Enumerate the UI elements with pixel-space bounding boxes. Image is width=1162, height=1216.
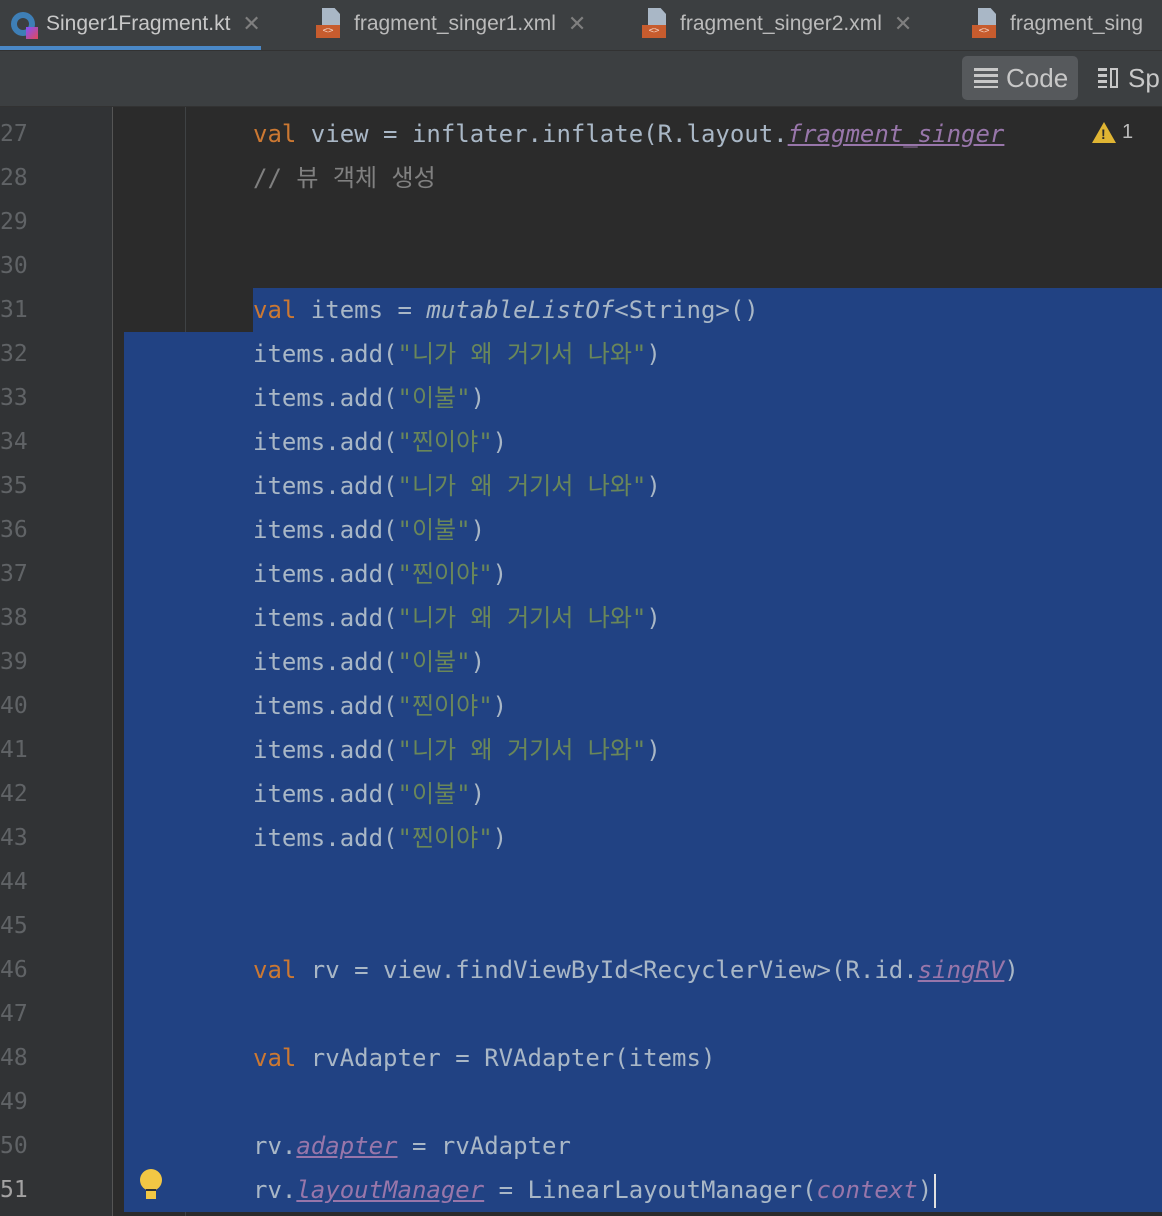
line-number: 32 (0, 341, 28, 367)
tab-label: fragment_sing (1010, 12, 1144, 35)
tab-label: fragment_singer2.xml (680, 12, 882, 35)
close-icon[interactable]: ✕ (568, 11, 586, 37)
line-number: 28 (0, 165, 28, 191)
split-mode-button[interactable]: Sp (1086, 56, 1160, 100)
code-line[interactable]: items.add("찐이야") (253, 420, 507, 464)
line-number: 46 (0, 957, 28, 983)
line-number: 36 (0, 517, 28, 543)
editor-mode-toolbar: Code Sp (0, 51, 1162, 107)
tab-fragment-singer2-xml[interactable]: <> fragment_singer2.xml ✕ (640, 0, 912, 48)
line-number: 29 (0, 209, 28, 235)
line-number: 34 (0, 429, 28, 455)
xml-file-icon: <> (314, 8, 344, 40)
code-line[interactable]: val rv = view.findViewById<RecyclerView>… (253, 948, 1019, 992)
code-line[interactable]: items.add("니가 왜 거기서 나와") (253, 728, 661, 772)
line-number: 37 (0, 561, 28, 587)
lightbulb-icon[interactable] (140, 1169, 162, 1199)
code-line[interactable]: val items = mutableListOf<String>() (253, 288, 759, 332)
line-number: 43 (0, 825, 28, 851)
close-icon[interactable]: ✕ (242, 11, 260, 37)
code-line[interactable]: rv.layoutManager = LinearLayoutManager(c… (253, 1168, 937, 1212)
code-line[interactable]: items.add("이불") (253, 640, 485, 684)
line-number: 33 (0, 385, 28, 411)
line-number: 40 (0, 693, 28, 719)
code-editor[interactable]: ! 1 27 28 29 30 31 32 33 34 35 36 37 38 … (0, 107, 1162, 1216)
close-icon[interactable]: ✕ (894, 11, 912, 37)
text-caret (934, 1174, 937, 1208)
line-number: 35 (0, 473, 28, 499)
tab-fragment-sing[interactable]: <> fragment_sing (970, 0, 1143, 48)
code-line[interactable]: // 뷰 객체 생성 (253, 156, 436, 200)
line-number: 38 (0, 605, 28, 631)
code-line[interactable]: val view = inflater.inflate(R.layout.fra… (253, 112, 1075, 156)
code-line[interactable]: items.add("이불") (253, 508, 485, 552)
line-number: 39 (0, 649, 28, 675)
xml-file-icon: <> (970, 8, 1000, 40)
kotlin-file-icon (10, 11, 38, 39)
warning-icon: ! (1092, 122, 1116, 143)
active-tab-indicator (0, 46, 261, 50)
tab-fragment-singer1-xml[interactable]: <> fragment_singer1.xml ✕ (314, 0, 586, 48)
editor-tab-bar: Singer1Fragment.kt ✕ <> fragment_singer1… (0, 0, 1162, 51)
line-number: 41 (0, 737, 28, 763)
line-number: 48 (0, 1045, 28, 1071)
tab-label: fragment_singer1.xml (354, 12, 556, 35)
code-line[interactable]: items.add("이불") (253, 772, 485, 816)
code-line[interactable]: items.add("이불") (253, 376, 485, 420)
line-number: 47 (0, 1001, 28, 1027)
code-line[interactable]: items.add("찐이야") (253, 816, 507, 860)
code-line[interactable]: items.add("니가 왜 거기서 나와") (253, 464, 661, 508)
code-line[interactable]: items.add("찐이야") (253, 684, 507, 728)
code-mode-button[interactable]: Code (962, 56, 1078, 100)
code-line[interactable]: rv.adapter = rvAdapter (253, 1124, 571, 1168)
code-line[interactable]: items.add("니가 왜 거기서 나와") (253, 332, 661, 376)
code-view-icon (974, 68, 998, 88)
code-line[interactable]: items.add("찐이야") (253, 552, 507, 596)
split-view-icon (1098, 68, 1120, 88)
tab-singer1fragment-kt[interactable]: Singer1Fragment.kt ✕ (0, 0, 261, 50)
line-number: 45 (0, 913, 28, 939)
line-number: 42 (0, 781, 28, 807)
split-mode-label: Sp (1128, 62, 1160, 93)
inspection-warning[interactable]: ! 1 (1092, 121, 1133, 144)
line-number: 27 (0, 121, 28, 147)
line-number: 50 (0, 1133, 28, 1159)
xml-file-icon: <> (640, 8, 670, 40)
line-number: 51 (0, 1177, 28, 1203)
tab-label: Singer1Fragment.kt (46, 12, 231, 35)
code-line[interactable]: val rvAdapter = RVAdapter(items) (253, 1036, 715, 1080)
line-number: 44 (0, 869, 28, 895)
warning-count: 1 (1122, 121, 1134, 143)
line-number: 30 (0, 253, 28, 279)
line-number: 49 (0, 1089, 28, 1115)
code-line[interactable]: items.add("니가 왜 거기서 나와") (253, 596, 661, 640)
line-number: 31 (0, 297, 28, 323)
code-mode-label: Code (1006, 62, 1069, 93)
